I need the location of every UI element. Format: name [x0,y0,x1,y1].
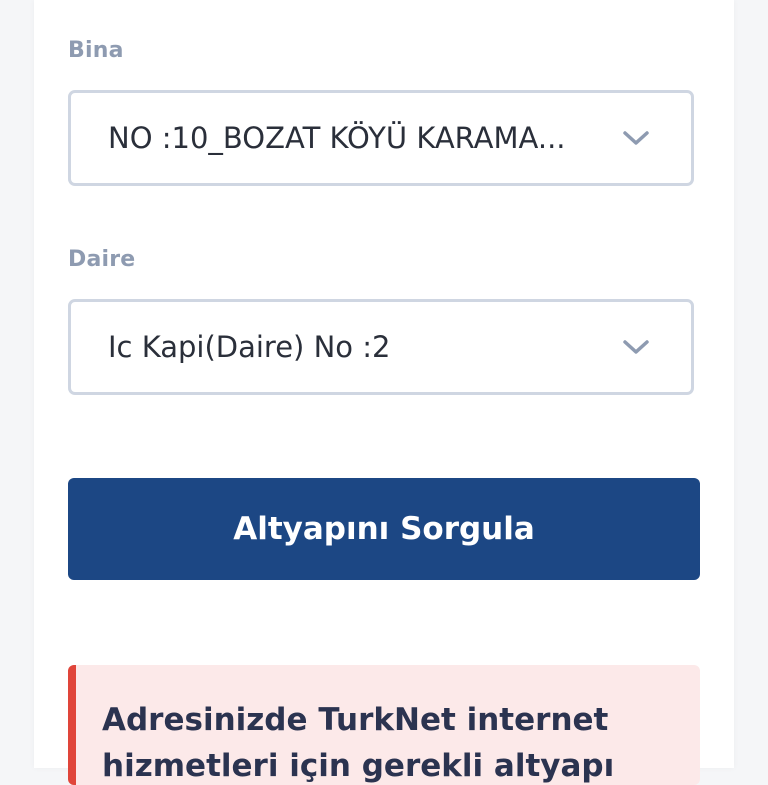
alert-accent-bar [68,665,76,785]
infrastructure-alert: Adresinizde TurkNet internet hizmetleri … [68,665,700,785]
building-label: Bina [68,38,124,63]
alert-message: Adresinizde TurkNet internet hizmetleri … [102,702,615,784]
apartment-select-value: Ic Kapi(Daire) No :2 [108,330,391,364]
chevron-down-icon [623,131,649,145]
apartment-label: Daire [68,247,136,272]
chevron-down-icon [623,340,649,354]
building-select-value: NO :10_BOZAT KÖYÜ KARAMA... [108,121,566,155]
check-infrastructure-button[interactable]: Altyapını Sorgula [68,478,700,580]
building-select[interactable]: NO :10_BOZAT KÖYÜ KARAMA... [68,90,694,186]
apartment-select[interactable]: Ic Kapi(Daire) No :2 [68,299,694,395]
